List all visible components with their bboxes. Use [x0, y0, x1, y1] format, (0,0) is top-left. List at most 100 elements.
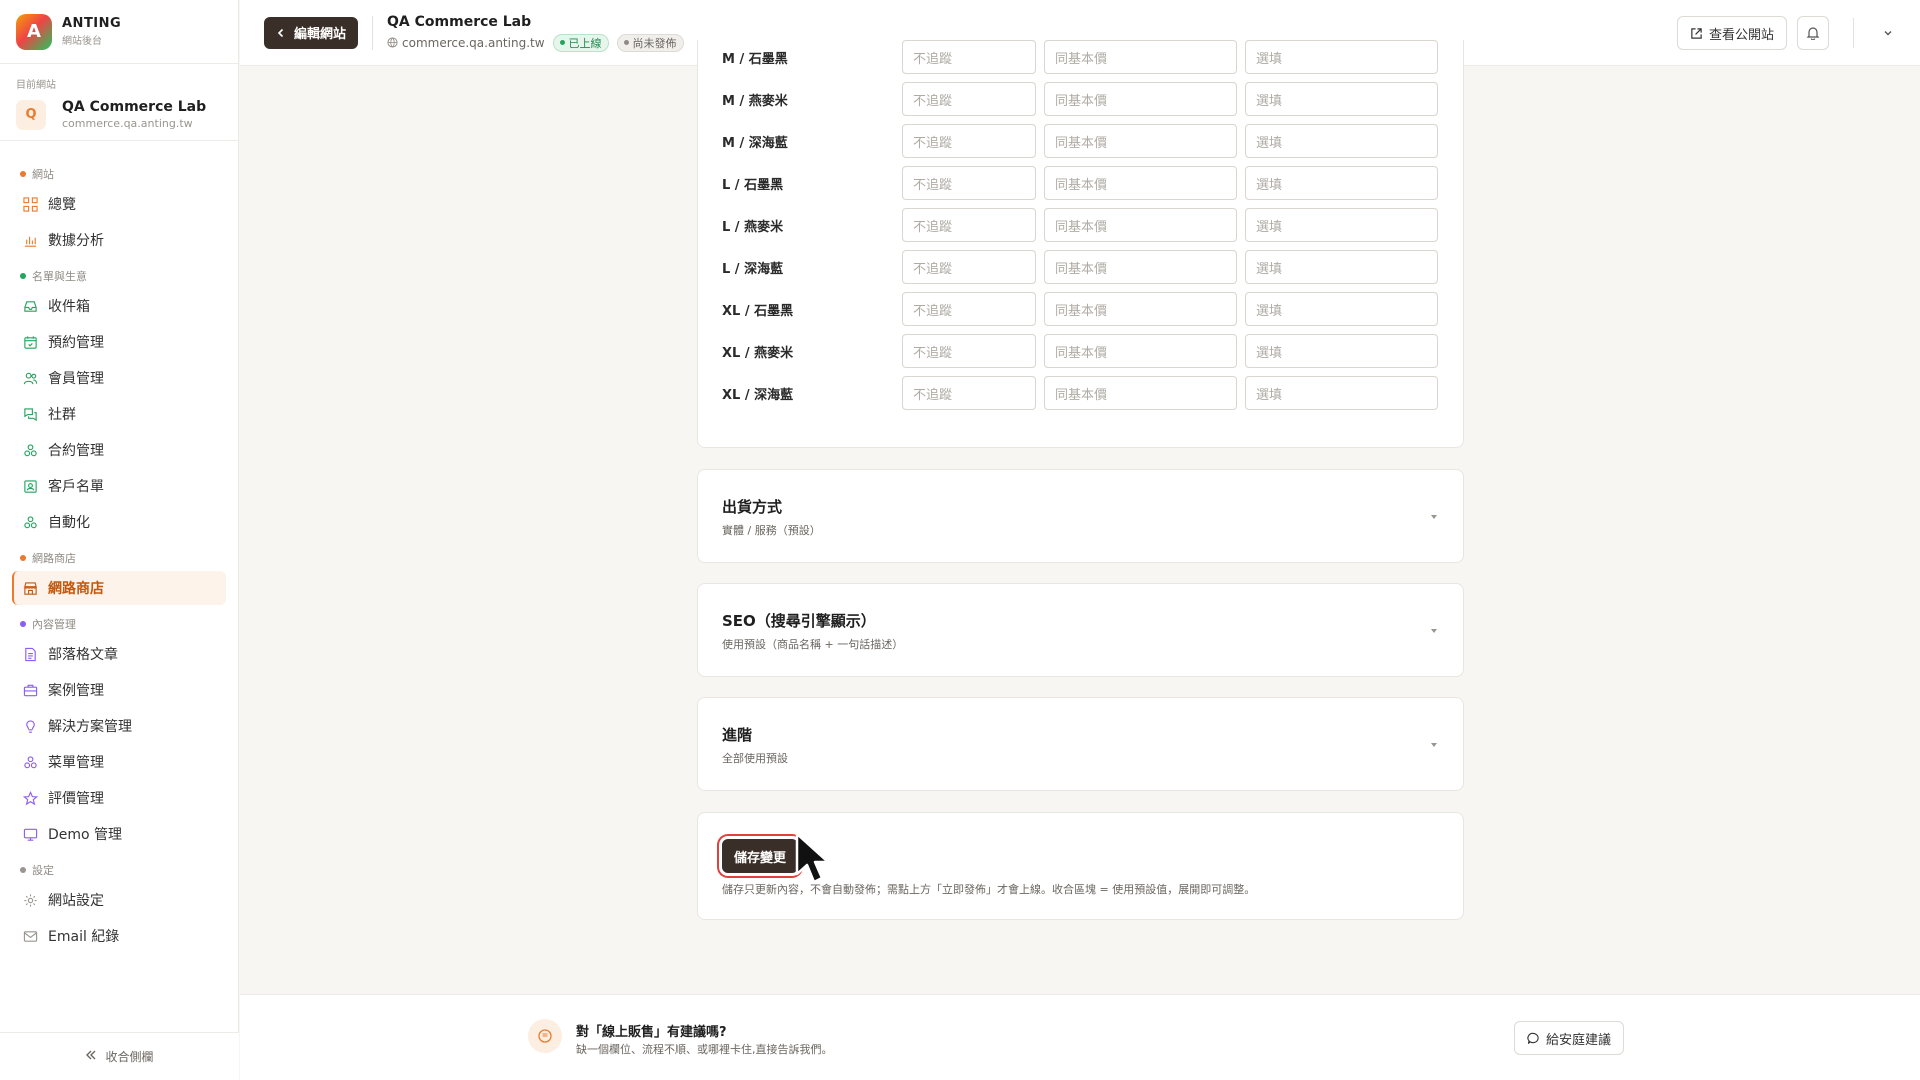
variant-price-input[interactable]: 同基本價: [1044, 334, 1237, 368]
sidebar-item[interactable]: 部落格文章: [12, 637, 226, 671]
sidebar-item-label: 客戶名單: [48, 479, 104, 495]
sidebar-item-label: Demo 管理: [48, 827, 123, 843]
lightbulb-icon: [22, 718, 38, 734]
sidebar-item[interactable]: 總覽: [12, 187, 226, 221]
variant-note-input[interactable]: 選填: [1245, 250, 1438, 284]
sidebar-item[interactable]: 數據分析: [12, 223, 226, 257]
sidebar-item[interactable]: 社群: [12, 397, 226, 431]
section-title: 出貨方式: [722, 498, 783, 516]
site-avatar: Q: [16, 99, 46, 130]
sidebar-item[interactable]: 預約管理: [12, 325, 226, 359]
variant-row: L / 石墨黑 不追蹤 同基本價 選填: [722, 166, 1438, 200]
variant-row: M / 燕麥米 不追蹤 同基本價 選填: [722, 82, 1438, 116]
site-domain: commerce.qa.anting.tw: [62, 117, 193, 130]
view-public-site-button[interactable]: 查看公開站: [1676, 16, 1787, 50]
variant-table-card: M / 石墨黑 不追蹤 同基本價 選填 M / 燕麥米 不追蹤 同基本價 選填 …: [697, 40, 1464, 448]
cluster-icon: [22, 754, 38, 770]
variant-price-input[interactable]: 同基本價: [1044, 82, 1237, 116]
variant-note-input[interactable]: 選填: [1245, 124, 1438, 158]
variant-sku-input[interactable]: 不追蹤: [902, 82, 1036, 116]
variant-note-input[interactable]: 選填: [1245, 208, 1438, 242]
sidebar-item[interactable]: 收件箱: [12, 289, 226, 323]
account-menu-button[interactable]: [1878, 23, 1898, 43]
variant-row: M / 石墨黑 不追蹤 同基本價 選填: [722, 40, 1438, 74]
sidebar-item[interactable]: 網路商店: [12, 571, 226, 605]
nav-section-header: 網路商店: [0, 547, 238, 569]
variant-price-input[interactable]: 同基本價: [1044, 292, 1237, 326]
sidebar-item-label: 收件箱: [48, 299, 90, 315]
variant-note-input[interactable]: 選填: [1245, 82, 1438, 116]
site-switcher[interactable]: Q QA Commerce Lab commerce.qa.anting.tw: [16, 99, 222, 130]
sidebar-item-label: 社群: [48, 407, 76, 423]
variant-sku-input[interactable]: 不追蹤: [902, 292, 1036, 326]
star-icon: [22, 790, 38, 806]
sidebar-nav: 網站 總覽 數據分析 名單與生意 收件箱 預約管理 會員管理 社群 合約管理 客…: [0, 141, 238, 953]
collapse-sidebar-button[interactable]: 收合側欄: [0, 1032, 239, 1080]
sidebar-item[interactable]: 合約管理: [12, 433, 226, 467]
view-public-site-label: 查看公開站: [1708, 27, 1774, 43]
sidebar-item[interactable]: 評價管理: [12, 781, 226, 815]
collapse-sidebar-label: 收合側欄: [105, 1050, 154, 1064]
grid-icon: [22, 196, 38, 212]
section-subtitle: 使用預設（商品名稱 + 一句話描述）: [722, 638, 904, 651]
back-to-edit-site-button[interactable]: 編輯網站: [264, 16, 359, 49]
sidebar-item[interactable]: 自動化: [12, 505, 226, 539]
seo-section[interactable]: SEO（搜尋引擎顯示） 使用預設（商品名稱 + 一句話描述）: [697, 583, 1464, 677]
inbox-icon: [22, 298, 38, 314]
sidebar-item[interactable]: 網站設定: [12, 883, 226, 917]
sidebar-item[interactable]: 案例管理: [12, 673, 226, 707]
brand[interactable]: A ANTING 網站後台: [0, 0, 238, 64]
advanced-section[interactable]: 進階 全部使用預設: [697, 697, 1464, 791]
variant-sku-input[interactable]: 不追蹤: [902, 166, 1036, 200]
brand-logo: A: [16, 13, 52, 50]
shipping-section[interactable]: 出貨方式 實體 / 服務（預設）: [697, 469, 1464, 563]
variant-note-input[interactable]: 選填: [1245, 166, 1438, 200]
variant-note-input[interactable]: 選填: [1245, 376, 1438, 410]
sidebar-item[interactable]: 解決方案管理: [12, 709, 226, 743]
bell-icon: [1806, 26, 1820, 40]
give-feedback-button[interactable]: 給安庭建議: [1514, 1021, 1625, 1055]
sidebar-item[interactable]: 菜單管理: [12, 745, 226, 779]
caret-down-icon: [1429, 626, 1439, 636]
section-subtitle: 全部使用預設: [722, 752, 788, 765]
sidebar: A ANTING 網站後台 目前網站 Q QA Commerce Lab com…: [0, 0, 239, 1080]
variant-row: L / 深海藍 不追蹤 同基本價 選填: [722, 250, 1438, 284]
section-title: SEO（搜尋引擎顯示）: [722, 612, 876, 630]
variant-price-input[interactable]: 同基本價: [1044, 124, 1237, 158]
variant-price-input[interactable]: 同基本價: [1044, 250, 1237, 284]
variant-name: M / 燕麥米: [722, 93, 788, 109]
sidebar-item-label: 預約管理: [48, 335, 104, 351]
variant-note-input[interactable]: 選填: [1245, 40, 1438, 74]
variant-price-input[interactable]: 同基本價: [1044, 376, 1237, 410]
caret-down-icon: [1429, 740, 1439, 750]
site-name: QA Commerce Lab: [62, 99, 207, 115]
variant-note-input[interactable]: 選填: [1245, 334, 1438, 368]
save-changes-button[interactable]: 儲存變更: [722, 839, 799, 873]
variant-sku-input[interactable]: 不追蹤: [902, 376, 1036, 410]
notifications-button[interactable]: [1797, 16, 1829, 50]
variant-note-input[interactable]: 選填: [1245, 292, 1438, 326]
variant-sku-input[interactable]: 不追蹤: [902, 124, 1036, 158]
sidebar-item-label: 案例管理: [48, 683, 104, 699]
section-title: 進階: [722, 726, 753, 744]
sidebar-item[interactable]: Demo 管理: [12, 817, 226, 851]
sidebar-item[interactable]: 會員管理: [12, 361, 226, 395]
sidebar-item[interactable]: Email 紀錄: [12, 919, 226, 953]
site-domain-link[interactable]: commerce.qa.anting.tw: [402, 36, 545, 50]
sidebar-item-label: 合約管理: [48, 443, 104, 459]
variant-sku-input[interactable]: 不追蹤: [902, 208, 1036, 242]
sidebar-item-label: 評價管理: [48, 791, 104, 807]
sidebar-item[interactable]: 客戶名單: [12, 469, 226, 503]
variant-price-input[interactable]: 同基本價: [1044, 40, 1237, 74]
variant-price-input[interactable]: 同基本價: [1044, 208, 1237, 242]
variant-row: L / 燕麥米 不追蹤 同基本價 選填: [722, 208, 1438, 242]
divider: [1853, 18, 1854, 48]
variant-name: M / 石墨黑: [722, 51, 788, 67]
variant-sku-input[interactable]: 不追蹤: [902, 40, 1036, 74]
variant-sku-input[interactable]: 不追蹤: [902, 250, 1036, 284]
variant-price-input[interactable]: 同基本價: [1044, 166, 1237, 200]
chat-icon: [22, 406, 38, 422]
variant-name: L / 石墨黑: [722, 177, 784, 193]
variant-sku-input[interactable]: 不追蹤: [902, 334, 1036, 368]
feedback-subtitle: 缺一個欄位、流程不順、或哪裡卡住,直接告訴我們。: [576, 1043, 833, 1056]
